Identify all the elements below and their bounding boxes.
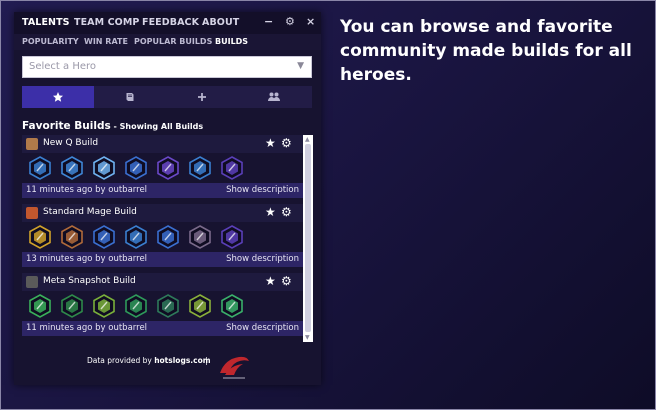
build-card[interactable]: Standard Mage Build ★ ⚙ 13 minutes ago by o… bbox=[22, 204, 303, 270]
build-header: Meta Snapshot Build ★ ⚙ bbox=[22, 273, 303, 291]
talent-icon[interactable] bbox=[61, 225, 83, 249]
favorite-builds-subtitle: - Showing All Builds bbox=[110, 122, 204, 131]
build-name: Meta Snapshot Build bbox=[43, 276, 136, 286]
build-meta: 11 minutes ago by outbarrel bbox=[26, 323, 148, 333]
build-name: Standard Mage Build bbox=[43, 207, 137, 217]
talent-icons-row bbox=[22, 291, 303, 321]
talent-icon[interactable] bbox=[157, 294, 179, 318]
footer: Data provided by hotslogs.com | bbox=[14, 350, 321, 385]
app-window: TALENTS TEAM COMP FEEDBACK ABOUT − ⚙ × P… bbox=[14, 12, 321, 385]
talent-icon[interactable] bbox=[189, 156, 211, 180]
talent-icon[interactable] bbox=[93, 294, 115, 318]
footer-separator: | bbox=[205, 356, 208, 365]
tab-new-build[interactable] bbox=[166, 86, 238, 108]
rog-logo-icon bbox=[220, 356, 249, 379]
show-description-link[interactable]: Show description bbox=[226, 185, 299, 195]
build-meta: 13 minutes ago by outbarrel bbox=[26, 254, 148, 264]
hero-portrait-icon bbox=[26, 138, 38, 150]
talent-icon[interactable] bbox=[93, 225, 115, 249]
subtab-win-rate[interactable]: WIN RATE bbox=[84, 37, 128, 46]
build-name: New Q Build bbox=[43, 138, 99, 148]
build-settings-gear-icon[interactable]: ⚙ bbox=[281, 136, 292, 150]
top-nav: TALENTS TEAM COMP FEEDBACK ABOUT − ⚙ × bbox=[14, 12, 321, 34]
tab-my-builds[interactable] bbox=[94, 86, 166, 108]
talent-icon[interactable] bbox=[61, 156, 83, 180]
scroll-down-icon[interactable]: ▼ bbox=[305, 334, 310, 341]
talent-icon[interactable] bbox=[221, 225, 243, 249]
build-header: New Q Build ★ ⚙ bbox=[22, 135, 303, 153]
talent-icon[interactable] bbox=[157, 156, 179, 180]
show-description-link[interactable]: Show description bbox=[226, 254, 299, 264]
tab-about[interactable]: ABOUT bbox=[202, 17, 239, 28]
data-credit: Data provided by hotslogs.com bbox=[87, 356, 211, 365]
talent-icon[interactable] bbox=[125, 225, 147, 249]
favorite-builds-heading: Favorite Builds - Showing All Builds bbox=[22, 120, 203, 132]
subtab-popularity[interactable]: POPULARITY bbox=[22, 37, 79, 46]
build-card[interactable]: New Q Build ★ ⚙ 11 minutes ago by outbarrel… bbox=[22, 135, 303, 201]
chevron-down-icon: ▼ bbox=[297, 61, 304, 71]
build-settings-gear-icon[interactable]: ⚙ bbox=[281, 205, 292, 219]
talent-icons-row bbox=[22, 153, 303, 183]
tab-feedback[interactable]: FEEDBACK bbox=[142, 17, 199, 28]
build-footer: 11 minutes ago by outbarrel Show descript… bbox=[22, 183, 303, 198]
tab-team-comp[interactable]: TEAM COMP bbox=[74, 17, 139, 28]
tab-talents[interactable]: TALENTS bbox=[22, 17, 70, 28]
build-footer: 13 minutes ago by outbarrel Show descript… bbox=[22, 252, 303, 267]
talent-icon[interactable] bbox=[125, 156, 147, 180]
hero-select[interactable]: Select a Hero ▼ bbox=[22, 56, 312, 78]
talent-icon[interactable] bbox=[157, 225, 179, 249]
plus-icon bbox=[198, 93, 206, 101]
hero-portrait-icon bbox=[26, 276, 38, 288]
minimize-button[interactable]: − bbox=[264, 15, 273, 28]
star-icon bbox=[53, 92, 63, 102]
favorite-builds-title: Favorite Builds bbox=[22, 120, 111, 132]
show-description-link[interactable]: Show description bbox=[226, 323, 299, 333]
talent-icon[interactable] bbox=[29, 294, 51, 318]
settings-gear-icon[interactable]: ⚙ bbox=[285, 15, 295, 28]
talent-icon[interactable] bbox=[125, 294, 147, 318]
talent-icon[interactable] bbox=[221, 294, 243, 318]
scroll-up-icon[interactable]: ▲ bbox=[305, 136, 310, 143]
builds-scrollbar[interactable]: ▲ ▼ bbox=[303, 135, 313, 342]
talent-icon[interactable] bbox=[29, 225, 51, 249]
sub-nav: POPULARITY WIN RATE POPULAR BUILDS BUILD… bbox=[14, 34, 321, 50]
build-header: Standard Mage Build ★ ⚙ bbox=[22, 204, 303, 222]
tab-community[interactable] bbox=[238, 86, 310, 108]
builds-filter-tabs bbox=[22, 86, 312, 108]
tab-favorites[interactable] bbox=[22, 86, 94, 108]
builds-list: New Q Build ★ ⚙ 11 minutes ago by outbarrel… bbox=[22, 135, 314, 342]
users-icon bbox=[268, 92, 280, 101]
talent-icon[interactable] bbox=[221, 156, 243, 180]
favorite-star-icon[interactable]: ★ bbox=[265, 136, 276, 150]
build-footer: 11 minutes ago by outbarrel Show descript… bbox=[22, 321, 303, 336]
talent-icon[interactable] bbox=[29, 156, 51, 180]
promo-caption: You can browse and favorite community ma… bbox=[340, 17, 632, 85]
talent-icon[interactable] bbox=[189, 225, 211, 249]
talent-icon[interactable] bbox=[61, 294, 83, 318]
talent-icons-row bbox=[22, 222, 303, 252]
subtab-popular-builds[interactable]: POPULAR BUILDS bbox=[134, 37, 212, 46]
build-meta: 11 minutes ago by outbarrel bbox=[26, 185, 148, 195]
favorite-star-icon[interactable]: ★ bbox=[265, 205, 276, 219]
talent-icon[interactable] bbox=[189, 294, 211, 318]
hotslogs-link[interactable]: hotslogs.com bbox=[154, 356, 210, 365]
subtab-builds[interactable]: BUILDS bbox=[215, 37, 248, 46]
favorite-star-icon[interactable]: ★ bbox=[265, 274, 276, 288]
build-settings-gear-icon[interactable]: ⚙ bbox=[281, 274, 292, 288]
data-credit-prefix: Data provided by bbox=[87, 356, 155, 365]
hero-portrait-icon bbox=[26, 207, 38, 219]
close-button[interactable]: × bbox=[306, 15, 315, 28]
hero-select-placeholder: Select a Hero bbox=[29, 61, 97, 72]
book-icon bbox=[126, 93, 134, 101]
scrollbar-thumb[interactable] bbox=[305, 144, 311, 332]
build-card[interactable]: Meta Snapshot Build ★ ⚙ 11 minutes ago by o… bbox=[22, 273, 303, 339]
talent-icon[interactable] bbox=[93, 156, 115, 180]
